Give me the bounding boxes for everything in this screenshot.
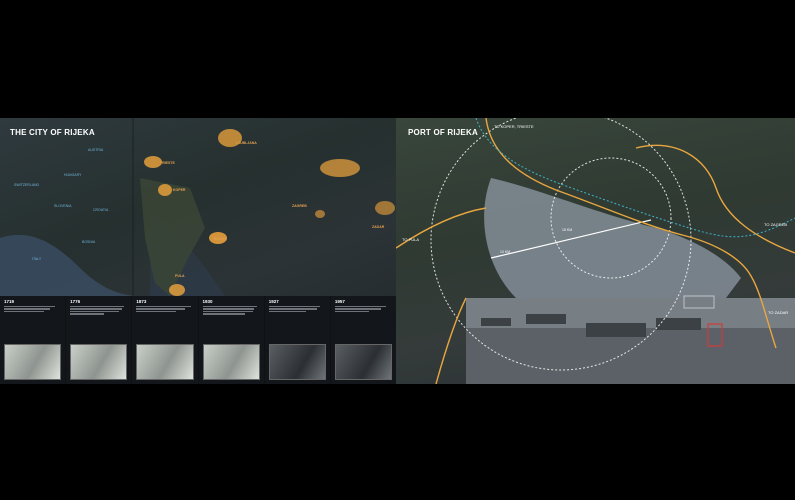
timeline-year: 1719 (4, 299, 15, 304)
country-label-austria: AUSTRIA (88, 148, 104, 152)
timeline-year: 1957 (334, 299, 345, 304)
timeline-item: 1927 (264, 296, 330, 384)
timeline-item: 1719 (0, 296, 66, 384)
poster-sheet: THE CITY OF RIJEKA AUSTRIA HUNGARY SWITZ… (0, 118, 795, 384)
timeline-year: 1930 (202, 299, 213, 304)
distance-label-15km: 15 KM (562, 228, 573, 232)
route-label-koper-trieste: TO KOPER, TRIESTE (494, 124, 534, 129)
city-label-pula: PULA (175, 274, 185, 278)
timeline-year: 1927 (268, 299, 279, 304)
historic-map-image (70, 344, 128, 380)
historic-map-image (202, 344, 260, 380)
timeline-item: 1776 (66, 296, 132, 384)
city-of-rijeka-panel: THE CITY OF RIJEKA AUSTRIA HUNGARY SWITZ… (0, 118, 397, 384)
country-label-croatia: CROATIA (93, 208, 109, 212)
left-panel-title: THE CITY OF RIJEKA (10, 128, 95, 137)
distance-label-10km: 10 KM (500, 250, 511, 254)
country-label-bosnia: BOSNIA (82, 240, 96, 244)
timeline-item: 1930 (198, 296, 264, 384)
timeline-item: 1957 (330, 296, 397, 384)
city-label-ljubljana: LJUBLJANA (236, 141, 257, 145)
country-label-slovenia: SLOVENIA (54, 204, 72, 208)
city-label-zagreb: ZAGREB (292, 204, 307, 208)
history-timeline: 1719 1776 1873 1930 1927 1957 (0, 296, 397, 384)
timeline-year: 1873 (136, 299, 147, 304)
kvarner-bay (484, 178, 741, 298)
historic-photo-image (268, 344, 326, 380)
right-panel-title: PORT OF RIJEKA (408, 128, 478, 137)
historic-map-image (4, 344, 62, 380)
route-label-zagreb: TO ZAGREB (764, 222, 788, 227)
city-label-rijeka: RIJEKA (214, 237, 227, 241)
route-road-south (435, 297, 467, 384)
timeline-item: 1873 (132, 296, 198, 384)
city-label-trieste: TRIESTE (160, 161, 175, 165)
city-label-koper: KOPER (173, 188, 186, 192)
port-of-rijeka-panel: PORT OF RIJEKA TO KOPER, TRIESTE TO PULA… (396, 118, 795, 384)
city-label-zadar: ZADAR (372, 225, 385, 229)
adriatic-sea (0, 234, 140, 296)
historic-photo-image (334, 344, 393, 380)
route-label-pula: TO PULA (402, 237, 420, 242)
route-label-zadar: TO ZADAR (768, 310, 789, 315)
timeline-year: 1776 (70, 299, 81, 304)
historic-map-image (136, 344, 194, 380)
country-label-hungary: HUNGARY (64, 173, 82, 177)
route-road-west (396, 207, 487, 249)
port-map (396, 118, 795, 384)
country-label-italy: ITALY (32, 257, 42, 261)
country-label-switzerland: SWITZERLAND (14, 183, 40, 187)
